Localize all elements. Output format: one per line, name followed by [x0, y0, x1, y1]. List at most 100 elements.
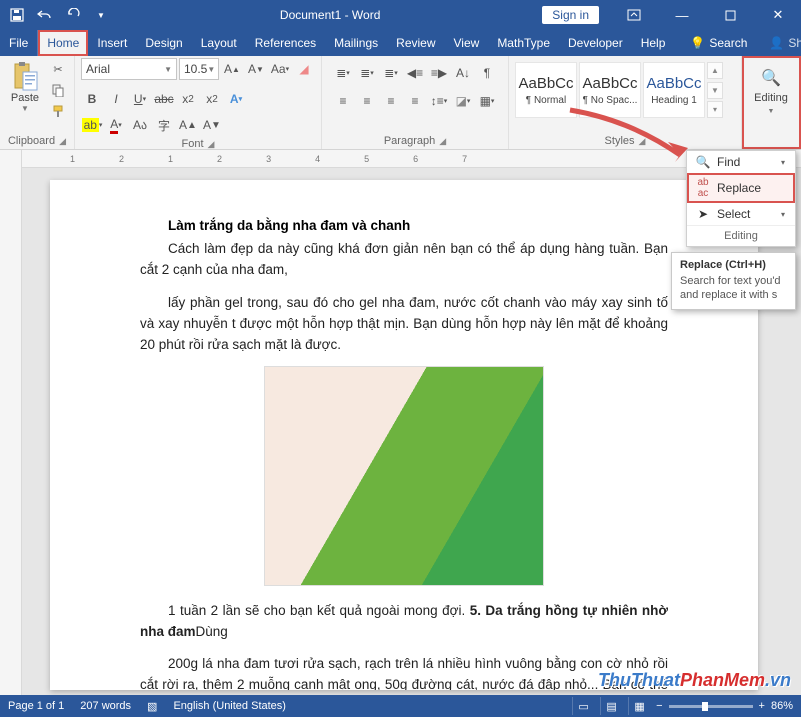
- align-right-button[interactable]: ≡: [380, 90, 402, 112]
- tab-references[interactable]: References: [246, 30, 325, 56]
- superscript-button[interactable]: x2: [201, 88, 223, 110]
- tab-mathtype[interactable]: MathType: [488, 30, 559, 56]
- close-button[interactable]: ✕: [755, 0, 801, 30]
- styles-up-button[interactable]: ▲: [707, 62, 723, 79]
- print-layout-button[interactable]: ▤: [600, 697, 622, 715]
- subscript-button[interactable]: x2: [177, 88, 199, 110]
- clear-formatting-button[interactable]: ◢: [293, 58, 315, 80]
- grow-font2-button[interactable]: A▲: [177, 114, 199, 136]
- read-mode-button[interactable]: ▭: [572, 697, 594, 715]
- sort-button[interactable]: A↓: [452, 62, 474, 84]
- ribbon-options-icon[interactable]: [611, 0, 657, 30]
- align-center-button[interactable]: ≡: [356, 90, 378, 112]
- font-launcher-icon[interactable]: ◢: [208, 139, 215, 150]
- sign-in-button[interactable]: Sign in: [542, 6, 599, 24]
- tab-file[interactable]: File: [0, 30, 38, 56]
- status-spellcheck-icon[interactable]: ▧: [147, 700, 157, 713]
- change-case-button[interactable]: Aa▾: [269, 58, 291, 80]
- status-language[interactable]: English (United States): [173, 700, 286, 712]
- doc-heading: Làm trắng da bằng nha đam và chanh: [140, 218, 668, 233]
- tab-developer[interactable]: Developer: [559, 30, 632, 56]
- redo-icon[interactable]: [62, 4, 84, 26]
- share-icon: 👤: [769, 36, 784, 50]
- decrease-indent-button[interactable]: ◀≡: [404, 62, 426, 84]
- numbering-button[interactable]: ≣▾: [356, 62, 378, 84]
- tab-home[interactable]: Home: [38, 30, 88, 56]
- multilevel-button[interactable]: ≣▾: [380, 62, 402, 84]
- tab-view[interactable]: View: [445, 30, 489, 56]
- tab-layout[interactable]: Layout: [192, 30, 246, 56]
- web-layout-button[interactable]: ▦: [628, 697, 650, 715]
- maximize-button[interactable]: [707, 0, 753, 30]
- shading-button[interactable]: ◪▾: [452, 90, 474, 112]
- share-button[interactable]: 👤Share: [757, 30, 801, 56]
- bold-button[interactable]: B: [81, 88, 103, 110]
- editing-dropdown: 🔍Find▾ abacReplace ➤Select▾ Editing: [686, 150, 796, 247]
- bullets-button[interactable]: ≣▾: [332, 62, 354, 84]
- editing-button[interactable]: 🔍 Editing ▼: [748, 58, 794, 124]
- highlight-button[interactable]: ab▾: [81, 114, 103, 136]
- styles-launcher-icon[interactable]: ◢: [639, 136, 646, 147]
- bucket-icon: ◪: [456, 94, 467, 108]
- shrink-font2-button[interactable]: A▼: [201, 114, 223, 136]
- styles-more-button[interactable]: ▾: [707, 101, 723, 118]
- clipboard-launcher-icon[interactable]: ◢: [59, 136, 66, 147]
- show-marks-button[interactable]: ¶: [476, 62, 498, 84]
- tab-design[interactable]: Design: [136, 30, 191, 56]
- increase-indent-button[interactable]: ≡▶: [428, 62, 450, 84]
- group-paragraph: ≣▾ ≣▾ ≣▾ ◀≡ ≡▶ A↓ ¶ ≡ ≡ ≡ ≡ ↕≡▾ ◪▾ ▦▾ Pa…: [322, 56, 509, 149]
- character-shading-button[interactable]: Aა: [129, 114, 151, 136]
- document-area: 121234567 Làm trắng da bằng nha đam và c…: [0, 150, 801, 695]
- zoom-level[interactable]: 86%: [771, 700, 793, 712]
- justify-button[interactable]: ≡: [404, 90, 426, 112]
- cut-button[interactable]: ✂: [48, 60, 68, 78]
- chevron-down-icon: ▼: [164, 65, 172, 74]
- align-left-button[interactable]: ≡: [332, 90, 354, 112]
- tab-help[interactable]: Help: [632, 30, 675, 56]
- font-color-button[interactable]: A▾: [105, 114, 127, 136]
- save-icon[interactable]: [6, 4, 28, 26]
- zoom-slider[interactable]: [669, 705, 753, 708]
- zoom-out-button[interactable]: −: [656, 700, 662, 712]
- grow-font-button[interactable]: A▲: [221, 58, 243, 80]
- paste-icon: [9, 60, 41, 92]
- group-editing: 🔍 Editing ▼: [742, 56, 801, 149]
- tab-mailings[interactable]: Mailings: [325, 30, 387, 56]
- styles-down-button[interactable]: ▼: [707, 82, 723, 99]
- undo-icon[interactable]: [34, 4, 56, 26]
- shrink-font-button[interactable]: A▼: [245, 58, 267, 80]
- zoom-in-button[interactable]: +: [759, 700, 765, 712]
- strikethrough-button[interactable]: abc: [153, 88, 175, 110]
- format-painter-button[interactable]: [48, 102, 68, 120]
- qat-customize-icon[interactable]: ▼: [90, 4, 112, 26]
- minimize-button[interactable]: —: [659, 0, 705, 30]
- tab-review[interactable]: Review: [387, 30, 444, 56]
- style-normal[interactable]: AaBbCc¶ Normal: [515, 62, 577, 118]
- document-page[interactable]: Làm trắng da bằng nha đam và chanh Cách …: [50, 180, 758, 690]
- italic-button[interactable]: I: [105, 88, 127, 110]
- tab-insert[interactable]: Insert: [88, 30, 136, 56]
- styles-gallery-nav: ▲ ▼ ▾: [707, 62, 723, 118]
- replace-menu-item[interactable]: abacReplace: [687, 173, 795, 203]
- style-heading1[interactable]: AaBbCcHeading 1: [643, 62, 705, 118]
- enclose-char-button[interactable]: 字: [153, 114, 175, 136]
- status-page[interactable]: Page 1 of 1: [8, 700, 64, 712]
- vertical-ruler: [0, 150, 22, 695]
- status-words[interactable]: 207 words: [80, 700, 131, 712]
- select-menu-item[interactable]: ➤Select▾: [687, 203, 795, 225]
- paste-button[interactable]: Paste ▼: [6, 58, 44, 113]
- text-effects-button[interactable]: A▾: [225, 88, 247, 110]
- font-size-combo[interactable]: 10.5▼: [179, 58, 219, 80]
- find-menu-item[interactable]: 🔍Find▾: [687, 151, 795, 173]
- borders-button[interactable]: ▦▾: [476, 90, 498, 112]
- underline-button[interactable]: U▾: [129, 88, 151, 110]
- copy-button[interactable]: [48, 81, 68, 99]
- group-clipboard-label: Clipboard: [8, 135, 55, 147]
- style-nospacing[interactable]: AaBbCc¶ No Spac...: [579, 62, 641, 118]
- search-help[interactable]: 💡Search: [680, 30, 757, 56]
- doc-paragraph-1: Cách làm đẹp da này cũng khá đơn giản nê…: [140, 239, 668, 281]
- font-name-combo[interactable]: Arial▼: [81, 58, 177, 80]
- paragraph-launcher-icon[interactable]: ◢: [439, 136, 446, 147]
- watermark: ThuThuatPhanMem.vn: [598, 670, 791, 691]
- line-spacing-button[interactable]: ↕≡▾: [428, 90, 450, 112]
